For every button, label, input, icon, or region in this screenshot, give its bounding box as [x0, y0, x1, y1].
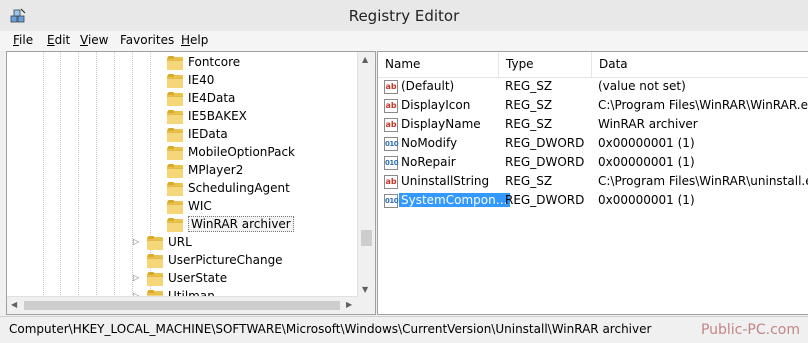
- scroll-down-arrow-icon[interactable]: ▼: [362, 285, 368, 294]
- tree-item-wic[interactable]: WIC: [167, 197, 212, 215]
- folder-icon: [167, 181, 183, 196]
- tree-item-schedulingagent[interactable]: SchedulingAgent: [167, 179, 290, 197]
- tree-item-ie4data[interactable]: IE4Data: [167, 89, 235, 107]
- tree-guide-line: [60, 52, 61, 314]
- scroll-right-arrow-icon[interactable]: ▶: [346, 300, 352, 309]
- tree-guide-line: [96, 52, 97, 314]
- dword-value-icon: 010: [384, 194, 399, 208]
- key-tree-pane[interactable]: Fontcore IE40 IE4Data IE5BAKEX IEData Mo…: [6, 51, 376, 315]
- values-pane[interactable]: Name Type Data ab (Default) REG_SZ (valu…: [377, 51, 808, 315]
- tree-item-fontcore[interactable]: Fontcore: [167, 53, 240, 71]
- string-value-icon: ab: [384, 118, 398, 132]
- watermark: Public-PC.com: [700, 322, 800, 338]
- folder-icon: [167, 55, 183, 70]
- tree-guide-line: [114, 52, 115, 314]
- column-header-name[interactable]: Name: [378, 52, 499, 77]
- column-header-type[interactable]: Type: [499, 52, 592, 77]
- title-bar: Registry Editor: [0, 0, 808, 32]
- expand-arrow-icon[interactable]: ▷: [133, 238, 141, 246]
- column-header-data[interactable]: Data: [592, 52, 808, 77]
- menu-bar: File Edit View Favorites Help: [0, 31, 808, 51]
- scrollbar-corner: [358, 297, 375, 314]
- tree-item-iedata[interactable]: IEData: [167, 125, 228, 143]
- value-row[interactable]: 010 NoRepair REG_DWORD 0x00000001 (1): [378, 154, 808, 173]
- dword-value-icon: 010: [384, 156, 399, 170]
- status-bar: Computer\HKEY_LOCAL_MACHINE\SOFTWARE\Mic…: [0, 316, 808, 343]
- dword-value-icon: 010: [384, 137, 399, 151]
- folder-icon: [147, 235, 163, 250]
- string-value-icon: ab: [384, 80, 398, 94]
- tree-item-userstate[interactable]: ▷ UserState: [133, 269, 227, 287]
- string-value-icon: ab: [384, 99, 398, 113]
- value-row-selected[interactable]: 010 SystemCompon… REG_DWORD 0x00000001 (…: [378, 192, 808, 211]
- value-row[interactable]: ab (Default) REG_SZ (value not set): [378, 78, 808, 97]
- value-row[interactable]: ab DisplayName REG_SZ WinRAR archiver: [378, 116, 808, 135]
- scroll-up-arrow-icon[interactable]: ▲: [362, 55, 368, 64]
- value-row[interactable]: ab DisplayIcon REG_SZ C:\Program Files\W…: [378, 97, 808, 116]
- folder-icon: [147, 271, 163, 286]
- scroll-left-arrow-icon[interactable]: ◀: [11, 300, 17, 309]
- tree-guide-line: [43, 52, 44, 314]
- folder-icon: [167, 91, 183, 106]
- folder-icon: [167, 109, 183, 124]
- folder-icon: [167, 217, 183, 232]
- menu-view[interactable]: View: [80, 33, 108, 47]
- tree-item-userpicturechange[interactable]: UserPictureChange: [147, 251, 283, 269]
- scroll-thumb[interactable]: [24, 301, 340, 310]
- menu-file[interactable]: File: [13, 33, 33, 47]
- rename-field[interactable]: SystemCompon…: [399, 193, 510, 207]
- tree-item-winrar-archiver[interactable]: WinRAR archiver: [167, 215, 294, 233]
- tree-item-ie5bakex[interactable]: IE5BAKEX: [167, 107, 247, 125]
- value-row[interactable]: ab UninstallString REG_SZ C:\Program Fil…: [378, 173, 808, 192]
- folder-icon: [167, 127, 183, 142]
- menu-favorites[interactable]: Favorites: [120, 33, 174, 47]
- tree-item-mobileoptionpack[interactable]: MobileOptionPack: [167, 143, 295, 161]
- menu-edit[interactable]: Edit: [47, 33, 70, 47]
- folder-icon: [167, 145, 183, 160]
- menu-help[interactable]: Help: [181, 33, 208, 47]
- tree-item-ie40[interactable]: IE40: [167, 71, 214, 89]
- tree-horizontal-scrollbar[interactable]: ◀ ▶: [7, 296, 358, 314]
- scroll-thumb[interactable]: [361, 230, 372, 246]
- tree-item-url[interactable]: ▷ URL: [133, 233, 192, 251]
- folder-icon: [167, 73, 183, 88]
- key-path: Computer\HKEY_LOCAL_MACHINE\SOFTWARE\Mic…: [9, 322, 652, 336]
- tree-guide-line: [78, 52, 79, 314]
- folder-icon: [167, 199, 183, 214]
- folder-icon: [147, 253, 163, 268]
- folder-icon: [167, 163, 183, 178]
- string-value-icon: ab: [384, 175, 398, 189]
- value-row[interactable]: 010 NoModify REG_DWORD 0x00000001 (1): [378, 135, 808, 154]
- tree-item-mplayer2[interactable]: MPlayer2: [167, 161, 243, 179]
- expand-arrow-icon[interactable]: ▷: [133, 274, 141, 282]
- window-title: Registry Editor: [348, 7, 460, 25]
- tree-vertical-scrollbar[interactable]: ▲ ▼: [357, 52, 375, 297]
